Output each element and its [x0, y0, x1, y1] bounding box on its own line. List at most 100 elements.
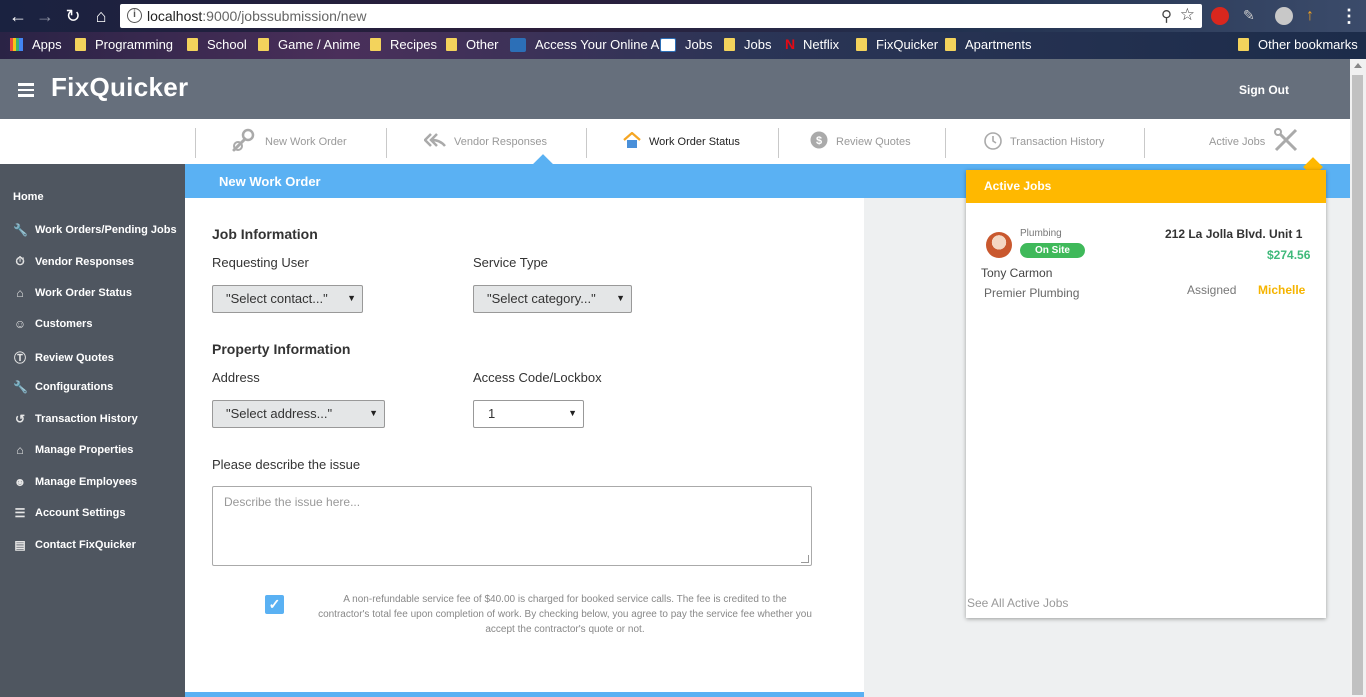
sidebar-item-customers[interactable]: ☺ Customers [13, 317, 93, 331]
sidebar-item-label: Configurations [35, 381, 114, 393]
resize-handle-icon[interactable] [801, 555, 809, 563]
bookmark-access-online[interactable]: Access Your Online A [510, 37, 659, 52]
sidebar-item-account-settings[interactable]: ☰ Account Settings [13, 506, 126, 520]
bookmark-game-anime[interactable]: Game / Anime [258, 37, 360, 52]
bookmark-apartments[interactable]: Apartments [945, 37, 1031, 52]
sidebar-item-label: Manage Properties [35, 444, 134, 456]
bookmarks-bar: Apps Programming School Game / Anime Rec… [0, 32, 1366, 59]
select-value: "Select address..." [226, 406, 333, 421]
brand-logo[interactable]: FixQuicker [51, 72, 188, 103]
sidebar-item-label: Account Settings [35, 507, 126, 519]
textarea-placeholder: Describe the issue here... [224, 495, 361, 509]
issue-description-textarea[interactable]: Describe the issue here... [212, 486, 812, 566]
stopwatch-icon: ⏱ [15, 254, 25, 268]
assigned-technician: Michelle [1258, 283, 1306, 297]
tab-new-work-order[interactable]: New Work Order [231, 119, 347, 164]
bookmark-jobs[interactable]: Jobs [724, 37, 771, 52]
back-icon[interactable]: ← [7, 5, 29, 27]
job-address[interactable]: 212 La Jolla Blvd. Unit 1 [1165, 227, 1302, 241]
scroll-up-icon[interactable] [1354, 63, 1362, 68]
folder-icon [370, 38, 381, 51]
menu-dots-icon[interactable]: ⋮ [1338, 5, 1360, 27]
sidebar-item-label: Home [13, 191, 44, 203]
select-value: 1 [488, 406, 496, 421]
fee-agree-checkbox[interactable]: ✓ [265, 595, 284, 614]
job-price: $274.56 [1267, 248, 1311, 262]
address-select[interactable]: "Select address..." ▼ [212, 400, 385, 428]
extension-s-icon[interactable] [1275, 7, 1293, 25]
wrench-icon: 🔧 [13, 380, 28, 394]
extension-shield-icon[interactable] [1211, 7, 1229, 25]
sidebar-item-label: Review Quotes [35, 351, 114, 364]
reload-icon[interactable]: ↻ [62, 5, 84, 27]
extension-pen-icon[interactable]: ✎ [1243, 7, 1261, 25]
wrench-icon: 🔧 [13, 223, 28, 237]
tab-transaction-history[interactable]: Transaction History [983, 119, 1104, 164]
requesting-user-label: Requesting User [212, 255, 309, 270]
bookmark-other[interactable]: Other [446, 37, 499, 52]
bookmark-star-icon[interactable]: ☆ [1180, 5, 1195, 25]
zoom-icon[interactable]: ⚲ [1161, 7, 1172, 25]
sidebar-item-vendor-responses[interactable]: ⏱ Vendor Responses [13, 254, 134, 269]
tab-active-jobs[interactable]: Active Jobs [1209, 119, 1299, 164]
home-icon[interactable]: ⌂ [90, 5, 112, 27]
sidebar-item-label: Transaction History [35, 413, 138, 425]
hamburger-menu-icon[interactable] [18, 83, 34, 97]
apps-grid-icon [10, 38, 23, 51]
bookmark-recipes[interactable]: Recipes [370, 37, 437, 52]
page-scrollbar[interactable] [1350, 59, 1366, 697]
property-info-heading: Property Information [212, 341, 351, 357]
select-value: "Select contact..." [226, 291, 328, 306]
address-bar[interactable]: i localhost:9000/jobssubmission/new ⚲ ☆ [120, 4, 1202, 28]
sidebar-item-manage-employees[interactable]: ☻ Manage Employees [13, 475, 137, 489]
sidebar-item-manage-properties[interactable]: ⌂ Manage Properties [13, 443, 133, 457]
requesting-user-select[interactable]: "Select contact..." ▼ [212, 285, 363, 313]
sidebar-item-label: Work Orders/Pending Jobs [35, 224, 177, 236]
extension-arrow-icon[interactable]: ↑ [1306, 7, 1324, 25]
job-category: Plumbing [1020, 228, 1062, 239]
info-icon[interactable]: i [127, 8, 142, 23]
bookmark-school[interactable]: School [187, 37, 247, 52]
scrollbar-thumb[interactable] [1352, 75, 1363, 695]
bookmark-apps[interactable]: Apps [10, 37, 62, 52]
tab-work-order-status[interactable]: Work Order Status [623, 119, 740, 164]
forward-icon[interactable]: → [34, 5, 56, 27]
bookmark-other-bookmarks[interactable]: Other bookmarks [1238, 37, 1358, 52]
bookmark-netflix[interactable]: N Netflix [785, 37, 839, 52]
form-bottom-border [185, 692, 864, 697]
access-code-select[interactable]: 1 ▼ [473, 400, 584, 428]
site-icon [510, 38, 526, 52]
sidebar-item-review-quotes[interactable]: Ⓣ Review Quotes [13, 349, 114, 366]
tab-vendor-responses[interactable]: Vendor Responses [423, 119, 547, 164]
dollar-circle-icon: $ [810, 131, 828, 152]
tab-label: New Work Order [265, 135, 347, 148]
describe-issue-label: Please describe the issue [212, 457, 361, 472]
message-icon: ▤ [14, 538, 26, 552]
see-all-active-jobs-link[interactable]: See All Active Jobs [967, 596, 1068, 610]
sidebar-item-label: Manage Employees [35, 476, 138, 488]
address-label: Address [212, 370, 260, 385]
top-tabs: New Work Order Vendor Responses Work Ord… [0, 119, 1350, 164]
job-info-heading: Job Information [212, 226, 318, 242]
sidebar-item-label: Work Order Status [35, 287, 132, 299]
tab-review-quotes[interactable]: $ Review Quotes [810, 119, 911, 164]
folder-icon [258, 38, 269, 51]
sidebar-item-contact[interactable]: ▤ Contact FixQuicker [13, 538, 136, 552]
dollar-icon: Ⓣ [13, 351, 26, 365]
folder-icon [1238, 38, 1249, 51]
bookmark-jobs-edd[interactable]: Jobs [660, 37, 712, 52]
sidebar-item-transaction-history[interactable]: ↺ Transaction History [13, 412, 138, 426]
sidebar-item-work-orders[interactable]: 🔧 Work Orders/Pending Jobs [13, 223, 177, 237]
sidebar-item-home[interactable]: Home [13, 191, 44, 203]
caret-down-icon: ▼ [347, 293, 356, 303]
sidebar-item-work-order-status[interactable]: ⌂ Work Order Status [13, 286, 132, 300]
home-icon: ⌂ [16, 286, 24, 300]
sign-out-link[interactable]: Sign Out [1239, 83, 1289, 97]
sidebar-item-configurations[interactable]: 🔧 Configurations [13, 380, 113, 394]
bookmark-programming[interactable]: Programming [75, 37, 173, 52]
caret-down-icon: ▼ [369, 408, 378, 418]
sidebar-item-label: Vendor Responses [35, 255, 135, 268]
wrench-gear-icon [231, 127, 257, 156]
service-type-select[interactable]: "Select category..." ▼ [473, 285, 632, 313]
bookmark-fixquicker[interactable]: FixQuicker [856, 37, 938, 52]
